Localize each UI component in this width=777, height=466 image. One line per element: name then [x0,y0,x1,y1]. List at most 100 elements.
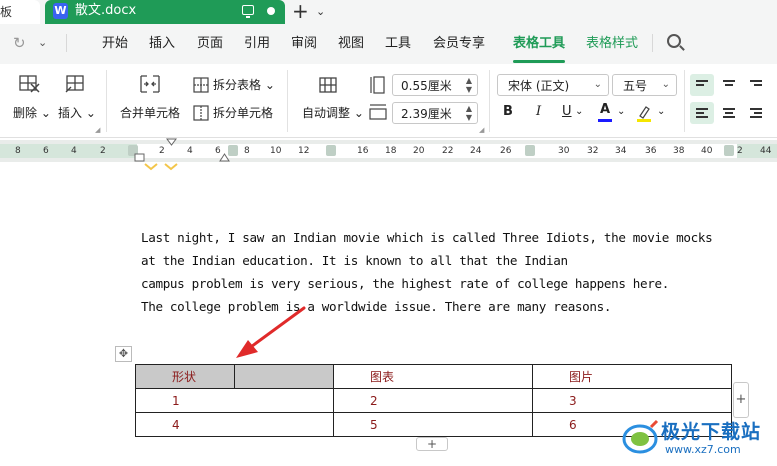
italic-button[interactable]: I [536,104,541,119]
table-cell[interactable]: 5 [333,412,533,437]
ruler-number: 6 [43,146,49,156]
quick-access-chevron-icon[interactable]: ⌄ [38,36,47,49]
ruler-number: 12 [298,146,310,156]
unsaved-dot-icon[interactable] [267,7,275,15]
row-height-input[interactable]: 0.55厘米 ▲ ▼ [392,74,478,96]
menu-tools[interactable]: 工具 [385,35,411,53]
new-tab-button[interactable]: + [292,0,309,22]
spinner-arrows-icon[interactable]: ▲ ▼ [466,76,472,94]
table-cell[interactable]: 1 [135,388,334,413]
dialog-launcher-icon[interactable]: ◢ [95,126,100,134]
font-size-select[interactable]: 五号 ⌄ [612,74,677,96]
ribbon-toolbar: 删除 ⌄ 插入 ⌄ ◢ 合并单元格 拆分表格 ⌄ 拆分单元格 自动调整 ⌄ 0.… [0,64,777,138]
split-cells-button[interactable]: 拆分单元格 [213,105,273,121]
ruler-number: 40 [701,146,713,156]
underline-button[interactable]: U [562,104,572,119]
split-table-button[interactable]: 拆分表格 ⌄ [213,77,275,93]
font-size-value: 五号 [623,79,648,93]
menu-divider [66,34,67,52]
align-left-button[interactable] [690,102,714,124]
row-height-icon [370,76,385,94]
font-color-swatch [598,119,612,122]
menu-insert[interactable]: 插入 [149,35,175,53]
ruler-number: 22 [442,146,454,156]
ruler-number: 34 [615,146,627,156]
align-right-button[interactable] [744,102,768,124]
ruler-number: 18 [385,146,397,156]
menu-member[interactable]: 会员专享 [433,35,485,53]
ruler-right-indent-icon[interactable] [219,152,231,162]
table-cell[interactable]: 4 [135,412,334,437]
ruler-first-line-indent-icon[interactable] [166,138,178,148]
align-center-button[interactable] [717,102,741,124]
font-color-button[interactable]: A [600,102,610,117]
ruler-number: 26 [500,146,512,156]
tab-previous[interactable]: 板 [0,0,40,24]
align-top-center-button[interactable] [717,74,741,96]
align-top-center-icon [723,80,735,88]
delete-table-icon[interactable] [19,74,41,94]
monitor-icon[interactable] [242,5,254,18]
split-cells-icon[interactable] [193,105,209,121]
tab-list-chevron-icon[interactable]: ⌄ [316,2,325,22]
dialog-launcher-icon[interactable]: ◢ [479,126,484,134]
menu-table-style[interactable]: 表格样式 [586,35,638,53]
search-icon[interactable] [667,34,681,48]
horizontal-ruler[interactable]: 8 6 4 2 2 4 6 8 10 12 16 18 20 22 24 26 … [0,138,777,162]
ruler-indent-marker-icon[interactable] [134,152,146,162]
table-cell[interactable]: 2 [333,388,533,413]
menu-home[interactable]: 开始 [102,35,128,53]
table-cell[interactable]: 图表 [333,364,533,389]
highlight-chevron-icon[interactable]: ⌄ [657,106,665,117]
split-table-icon[interactable] [193,77,209,93]
decorative-mark-icon [144,163,178,171]
tab-document[interactable]: W 散文.docx [45,0,285,24]
delete-button[interactable]: 删除 ⌄ [13,105,51,121]
table-cell-selected[interactable]: 形状 [135,364,235,389]
menu-bar: ↻ ⌄ 开始 插入 页面 引用 审阅 视图 工具 会员专享 表格工具 表格样式 [0,24,777,64]
ruler-column-marker[interactable] [724,145,734,156]
menu-table-tools[interactable]: 表格工具 [513,35,565,53]
spinner-arrows-icon[interactable]: ▲ ▼ [466,104,472,122]
merge-cells-icon[interactable] [139,74,161,94]
table-cell[interactable]: 图片 [532,364,732,389]
table-cell[interactable]: 3 [532,388,732,413]
add-row-button[interactable]: + [416,437,448,451]
bold-button[interactable]: B [503,104,513,119]
col-width-input[interactable]: 2.39厘米 ▲ ▼ [392,102,478,124]
align-top-left-button[interactable] [690,74,714,96]
insert-label: 插入 [58,106,83,120]
align-left-icon [696,108,708,120]
menu-review[interactable]: 审阅 [291,35,317,53]
ruler-column-marker[interactable] [525,145,535,156]
menu-view[interactable]: 视图 [338,35,364,53]
ribbon-divider [489,70,490,132]
font-color-chevron-icon[interactable]: ⌄ [617,106,625,117]
paragraph-line: campus problem is very serious, the high… [141,276,669,291]
menu-divider [652,34,653,52]
autofit-icon[interactable] [318,75,340,95]
split-table-label: 拆分表格 [213,78,262,92]
ruler-number: 4 [187,146,193,156]
tab-document-title: 散文.docx [75,3,137,18]
insert-table-icon[interactable] [64,74,86,94]
menu-page[interactable]: 页面 [197,35,223,53]
tab-bar: 板 W 散文.docx + ⌄ [0,0,777,24]
ruler-number: 38 [673,146,685,156]
table-move-handle[interactable]: ✥ [115,346,132,362]
redo-icon[interactable]: ↻ [13,34,26,52]
highlight-icon[interactable] [636,104,652,122]
menu-references[interactable]: 引用 [244,35,270,53]
table-cell-selected[interactable] [234,364,334,389]
ruler-number: 20 [413,146,425,156]
ruler-number: 2 [737,146,743,156]
word-doc-icon: W [53,3,68,19]
align-top-right-button[interactable] [744,74,768,96]
merge-cells-button[interactable]: 合并单元格 [120,105,180,121]
ruler-column-marker[interactable] [326,145,336,156]
underline-chevron-icon[interactable]: ⌄ [575,106,583,117]
autofit-button[interactable]: 自动调整 ⌄ [302,105,364,121]
insert-button[interactable]: 插入 ⌄ [58,105,96,121]
align-top-left-icon [696,80,708,88]
font-family-select[interactable]: 宋体 (正文) ⌄ [497,74,609,96]
